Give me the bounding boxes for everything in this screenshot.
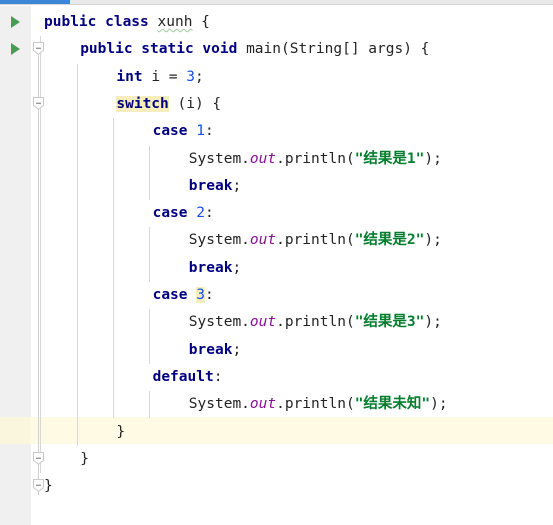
- code-token: 2: [196, 205, 205, 222]
- code-token: 3: [196, 287, 205, 303]
- code-token: :: [204, 205, 214, 222]
- code-token: System.: [188, 314, 250, 331]
- code-line[interactable]: int i = 3;: [116, 64, 203, 91]
- code-line[interactable]: break;: [189, 337, 241, 364]
- code-line[interactable]: System.out.println("结果是2");: [189, 227, 442, 254]
- code-token: }: [80, 450, 89, 467]
- code-token: (i) {: [168, 95, 222, 112]
- code-line[interactable]: public static void main(String[] args) {: [80, 36, 429, 63]
- run-gutter-icon[interactable]: [11, 43, 20, 56]
- code-token: i =: [151, 68, 187, 85]
- code-token: "结果是1": [354, 150, 425, 167]
- code-line[interactable]: }: [116, 419, 125, 446]
- editor-gutter[interactable]: [0, 6, 30, 525]
- code-token: );: [430, 396, 448, 413]
- indent-guide: [149, 309, 150, 364]
- code-token: default: [152, 368, 214, 385]
- code-token: ;: [194, 68, 204, 85]
- run-gutter-icon[interactable]: [11, 16, 20, 28]
- indent-guide: [149, 145, 150, 201]
- code-token: break: [188, 259, 233, 276]
- code-token: static: [141, 41, 203, 58]
- code-line[interactable]: switch (i) {: [116, 91, 221, 118]
- code-token: 3: [186, 68, 195, 85]
- code-token: .println(: [276, 150, 355, 167]
- code-token: ;: [232, 341, 242, 358]
- code-line[interactable]: System.out.println("结果是1");: [189, 146, 442, 173]
- code-token: public: [80, 41, 142, 58]
- fold-collapse-icon[interactable]: [33, 479, 44, 493]
- code-token: "结果是3": [354, 314, 425, 331]
- code-token: out: [249, 232, 277, 249]
- code-token: ;: [232, 259, 242, 276]
- code-token: :: [204, 123, 214, 140]
- code-token: :: [204, 287, 214, 303]
- code-token: "结果未知": [354, 396, 431, 413]
- code-line[interactable]: System.out.println("结果未知");: [189, 391, 448, 418]
- code-token: .println(: [276, 232, 355, 249]
- code-editor[interactable]: public class xunh {public static void ma…: [0, 6, 553, 525]
- code-token: void: [202, 41, 247, 58]
- code-token: int: [116, 68, 152, 85]
- code-token: );: [424, 314, 442, 331]
- indent-guide: [149, 391, 150, 419]
- fold-collapse-icon[interactable]: [33, 42, 44, 56]
- code-line[interactable]: System.out.println("结果是3");: [189, 309, 442, 336]
- code-token: class: [105, 14, 158, 30]
- code-line[interactable]: default:: [153, 364, 223, 391]
- fold-collapse-icon[interactable]: [33, 96, 44, 110]
- code-token: main(String[] args) {: [246, 41, 430, 58]
- code-token: out: [249, 396, 277, 413]
- fold-region-rail: [38, 42, 39, 496]
- code-token: case: [152, 287, 197, 303]
- code-token: .println(: [276, 396, 355, 413]
- indent-guide: [149, 227, 150, 282]
- code-token: break: [188, 341, 233, 358]
- code-token: System.: [188, 150, 250, 167]
- indent-guide: [77, 63, 78, 446]
- code-token: {: [192, 14, 210, 30]
- indexing-progress-bar: [0, 0, 553, 5]
- code-line[interactable]: }: [80, 446, 89, 473]
- code-line[interactable]: case 1:: [153, 118, 214, 145]
- code-line[interactable]: break;: [189, 173, 241, 200]
- code-token: :: [213, 368, 223, 385]
- progress-bar-fill: [0, 0, 70, 4]
- code-line[interactable]: }: [44, 473, 53, 500]
- code-token: public: [44, 14, 106, 30]
- code-token: out: [249, 314, 277, 331]
- caret-line-gutter-highlight: [0, 416, 30, 444]
- caret-line-highlight: [0, 416, 553, 444]
- code-token: case: [152, 123, 197, 140]
- code-token: .println(: [276, 314, 355, 331]
- code-token: out: [249, 150, 277, 167]
- code-token: 1: [196, 123, 205, 140]
- indent-guide: [113, 118, 114, 419]
- code-line[interactable]: public class xunh {: [44, 9, 210, 36]
- fold-collapse-icon[interactable]: [33, 451, 44, 465]
- code-token: }: [44, 478, 53, 495]
- code-line[interactable]: case 3:: [153, 282, 214, 309]
- code-token: ;: [232, 177, 242, 194]
- code-token: break: [188, 177, 233, 194]
- code-token: "结果是2": [354, 232, 425, 249]
- code-line[interactable]: break;: [189, 255, 241, 282]
- code-token: System.: [188, 396, 250, 413]
- code-line[interactable]: case 2:: [153, 200, 214, 227]
- gutter-separator: [30, 6, 31, 525]
- code-token: switch: [116, 95, 169, 112]
- code-token: );: [424, 232, 442, 249]
- code-token: xunh: [157, 14, 193, 30]
- code-token: System.: [188, 232, 250, 249]
- code-token: }: [116, 423, 126, 440]
- code-token: );: [424, 150, 442, 167]
- code-token: case: [152, 205, 197, 222]
